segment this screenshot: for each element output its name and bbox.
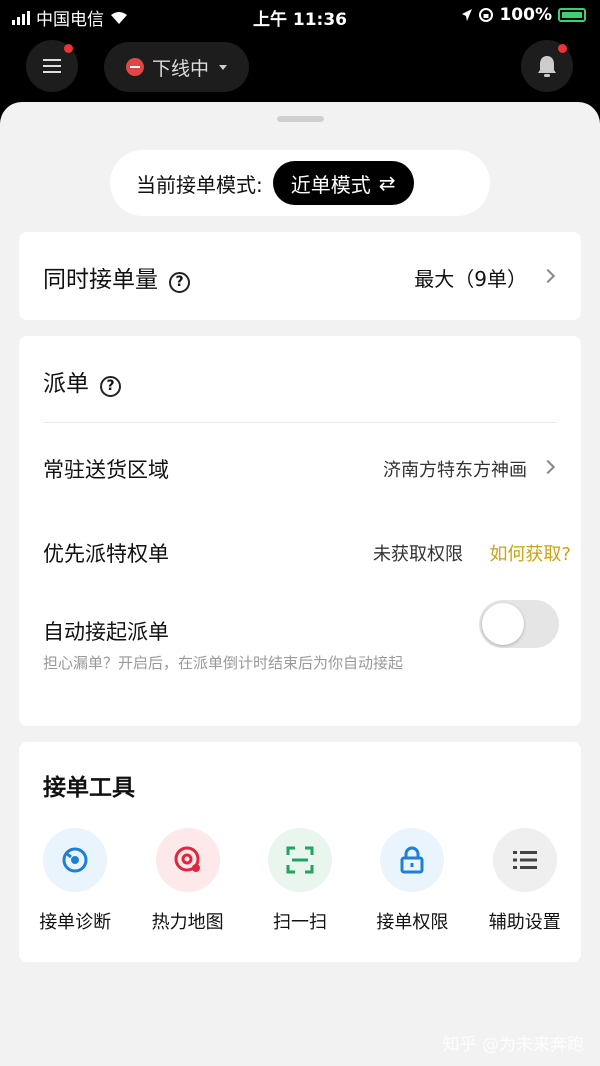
tool-label: 接单权限 [376, 912, 449, 933]
tool-label: 热力地图 [151, 912, 224, 933]
dispatch-card: 派单 ? 常驻送货区域 济南方特东方神画 优先派特权单 未获取权限 如何获取? … [19, 336, 581, 726]
tool-label: 扫一扫 [272, 912, 327, 933]
tool-label: 接单诊断 [39, 912, 112, 933]
chevron-right-icon [540, 268, 556, 284]
chevron-right-icon [540, 459, 556, 475]
auto-accept-label: 自动接起派单 [43, 620, 169, 644]
tool-assist-settings[interactable]: 辅助设置 [475, 828, 575, 934]
order-mode-bar: 当前接单模式: 近单模式 ⇄ [110, 150, 490, 216]
concurrent-orders-value: 最大（9单） [414, 267, 527, 291]
priority-orders-label: 优先派特权单 [43, 542, 169, 566]
how-to-get-link[interactable]: 如何获取? [489, 540, 571, 566]
divider [43, 422, 557, 423]
status-right: 100% [461, 5, 586, 25]
bell-icon [538, 56, 556, 77]
status-bar: 中国电信 上午 11:36 100% [0, 0, 600, 32]
menu-notification-dot [64, 44, 73, 53]
heatmap-icon [155, 828, 220, 892]
battery-label: 100% [499, 5, 552, 25]
settings-sheet: 当前接单模式: 近单模式 ⇄ 同时接单量 ? 最大（9单） 派单 ? 常驻送货区… [0, 102, 600, 1066]
switch-icon: ⇄ [378, 171, 396, 195]
online-status-dropdown[interactable]: 下线中 [104, 42, 250, 92]
auto-accept-toggle[interactable] [479, 600, 559, 648]
diagnosis-icon [43, 828, 108, 892]
toggle-knob [482, 603, 524, 645]
drag-handle[interactable] [277, 116, 324, 122]
menu-button[interactable] [26, 40, 78, 92]
tool-scan[interactable]: 扫一扫 [250, 828, 350, 934]
battery-icon [558, 8, 586, 22]
order-mode-value: 近单模式 [290, 172, 371, 197]
scan-icon [267, 828, 332, 892]
delivery-area-row[interactable]: 常驻送货区域 济南方特东方神画 [19, 436, 581, 498]
dispatch-title: 派单 [43, 371, 89, 397]
lock-icon [380, 828, 445, 892]
order-tools-title: 接单工具 [43, 775, 135, 801]
online-status-label: 下线中 [152, 57, 210, 80]
delivery-area-value: 济南方特东方神画 [383, 460, 527, 481]
order-tools-card: 接单工具 接单诊断 热力地图 扫一扫 接单权限 辅助设置 [19, 742, 581, 962]
tools-grid: 接单诊断 热力地图 扫一扫 接单权限 辅助设置 [19, 828, 581, 934]
bell-notification-dot [558, 44, 567, 53]
concurrent-orders-row[interactable]: 同时接单量 ? 最大（9单） [19, 232, 581, 320]
auto-accept-description: 担心漏单？开启后，在派单倒计时结束后为你自动接起 [43, 654, 404, 672]
menu-icon [43, 59, 61, 73]
watermark: 知乎 @为未来奔跑 [442, 1035, 584, 1055]
offline-icon [126, 58, 144, 76]
order-mode-switch-button[interactable]: 近单模式 ⇄ [272, 161, 414, 205]
priority-orders-status: 未获取权限 [373, 544, 463, 565]
priority-orders-row: 优先派特权单 未获取权限 如何获取? [19, 520, 581, 582]
tool-heatmap[interactable]: 热力地图 [138, 828, 238, 934]
notifications-button[interactable] [521, 40, 573, 92]
location-icon [462, 9, 473, 21]
help-icon[interactable]: ? [169, 272, 191, 293]
help-icon[interactable]: ? [100, 376, 122, 397]
delivery-area-label: 常驻送货区域 [43, 458, 169, 482]
lock-rotation-icon [479, 8, 494, 22]
list-icon [492, 828, 557, 892]
concurrent-orders-title: 同时接单量 [43, 267, 158, 293]
order-mode-label: 当前接单模式: [136, 172, 263, 197]
tool-label: 辅助设置 [488, 912, 561, 933]
tool-diagnosis[interactable]: 接单诊断 [25, 828, 125, 934]
chevron-down-icon [219, 64, 228, 70]
tool-permissions[interactable]: 接单权限 [362, 828, 462, 934]
